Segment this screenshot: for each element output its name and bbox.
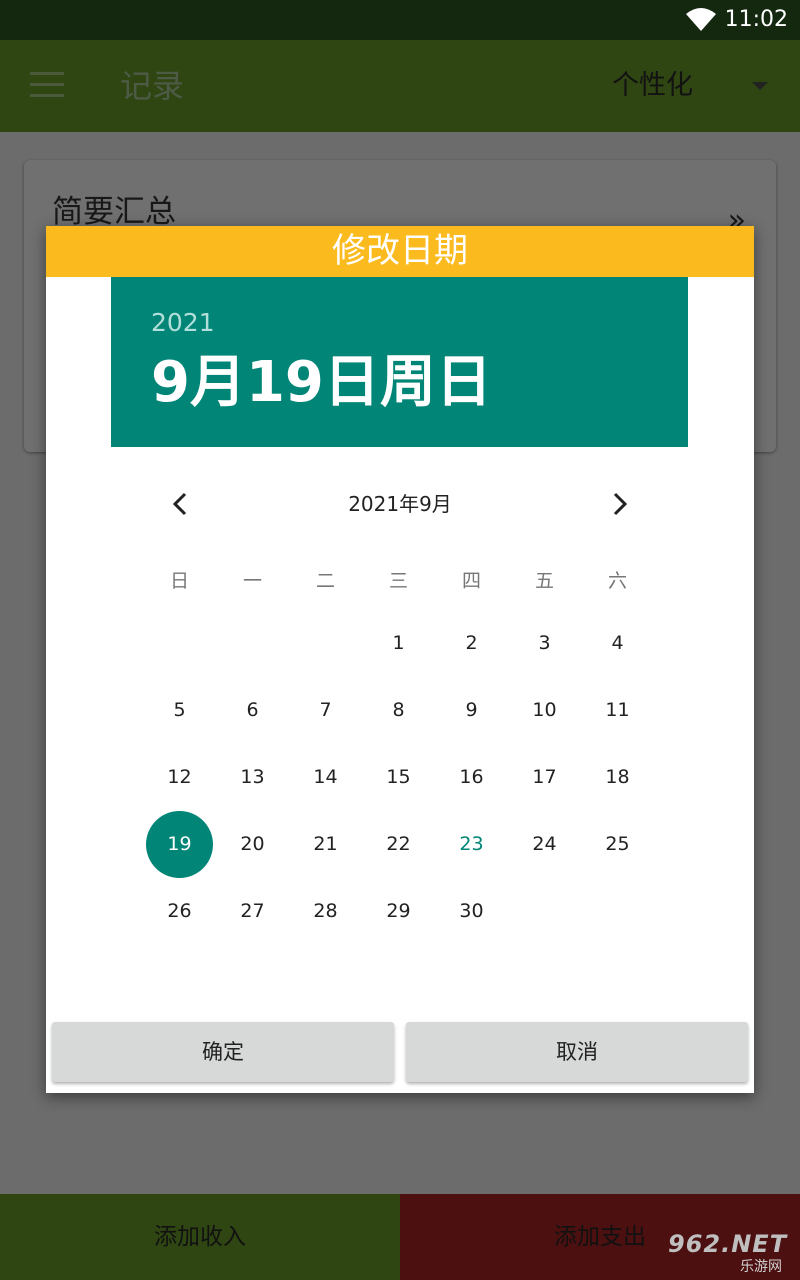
calendar-day-label: 16 [459, 766, 484, 788]
calendar-day[interactable]: 21 [289, 811, 362, 878]
dialog-title: 修改日期 [46, 226, 754, 277]
wifi-icon [686, 8, 716, 31]
calendar-day-label: 6 [246, 699, 259, 721]
calendar-day[interactable]: 12 [143, 744, 216, 811]
cancel-button[interactable]: 取消 [406, 1022, 748, 1082]
calendar-day-label: 28 [313, 900, 338, 922]
calendar-day-label: 19 [167, 833, 192, 855]
calendar-day-label: 1 [392, 632, 405, 654]
chevron-right-icon[interactable] [606, 490, 632, 518]
calendar-day-label: 7 [319, 699, 332, 721]
calendar-day[interactable]: 4 [581, 610, 654, 677]
calendar-day[interactable]: 9 [435, 677, 508, 744]
calendar-day[interactable]: 20 [216, 811, 289, 878]
calendar-day[interactable]: 24 [508, 811, 581, 878]
calendar-day[interactable]: 1 [362, 610, 435, 677]
date-picker-dialog: 修改日期 2021 9月19日周日 2021年9月 日一二三四五六 123456… [46, 226, 754, 1093]
watermark-logo: 962.NET [668, 1230, 788, 1258]
calendar-day-label: 9 [465, 699, 478, 721]
status-bar: 11:02 [0, 0, 800, 40]
calendar-day[interactable]: 30 [435, 878, 508, 945]
calendar-day-label: 5 [173, 699, 186, 721]
calendar-day-label: 11 [605, 699, 630, 721]
status-time: 11:02 [724, 7, 788, 32]
calendar-day-label: 10 [532, 699, 557, 721]
calendar-day-label: 12 [167, 766, 192, 788]
watermark-sub: 乐游网 [740, 1259, 782, 1275]
calendar-day-label: 26 [167, 900, 192, 922]
calendar-day[interactable]: 23 [435, 811, 508, 878]
calendar-day[interactable]: 14 [289, 744, 362, 811]
calendar-day-label: 21 [313, 833, 338, 855]
calendar-day[interactable]: 22 [362, 811, 435, 878]
calendar-day[interactable]: 27 [216, 878, 289, 945]
weekday-header: 日一二三四五六 [143, 564, 654, 598]
calendar-day[interactable]: 13 [216, 744, 289, 811]
add-income-button[interactable]: 添加收入 [0, 1194, 400, 1280]
calendar-day[interactable]: 7 [289, 677, 362, 744]
confirm-button[interactable]: 确定 [52, 1022, 394, 1082]
calendar-day[interactable]: 15 [362, 744, 435, 811]
calendar-day-label: 25 [605, 833, 630, 855]
calendar-day-label: 15 [386, 766, 411, 788]
calendar-day-label: 20 [240, 833, 265, 855]
calendar-day[interactable]: 25 [581, 811, 654, 878]
weekday-label: 四 [461, 570, 481, 592]
page-title: 记录 [120, 67, 185, 105]
profile-select[interactable]: 个性化 [612, 64, 693, 108]
month-navigation: 2021年9月 [46, 482, 754, 526]
app-bar: 记录 个性化 [0, 40, 800, 132]
calendar-day[interactable]: 17 [508, 744, 581, 811]
calendar-day-label: 30 [459, 900, 484, 922]
weekday-label: 五 [534, 570, 554, 592]
picker-header: 2021 9月19日周日 [111, 277, 688, 447]
header-year[interactable]: 2021 [151, 307, 215, 339]
calendar-day-label: 3 [538, 632, 551, 654]
dialog-buttons: 确定 取消 [46, 1022, 754, 1086]
calendar-day-label: 23 [459, 833, 484, 855]
calendar-day[interactable]: 19 [143, 811, 216, 878]
calendar-day-label: 27 [240, 900, 265, 922]
calendar-day-label: 29 [386, 900, 411, 922]
calendar-day-label: 17 [532, 766, 557, 788]
calendar-day[interactable]: 29 [362, 878, 435, 945]
calendar-day[interactable]: 18 [581, 744, 654, 811]
header-date: 9月19日周日 [151, 350, 492, 415]
calendar-day-label: 8 [392, 699, 405, 721]
calendar-grid: 1 2 3 4 5 6 7 8 9 10 11 12 13 14 15 16 17 18 19 20 21 22 23 24 2… [143, 610, 654, 950]
calendar-day[interactable]: 3 [508, 610, 581, 677]
calendar-day[interactable]: 26 [143, 878, 216, 945]
calendar-day[interactable]: 11 [581, 677, 654, 744]
calendar-day-label: 14 [313, 766, 338, 788]
dropdown-arrow-icon[interactable] [752, 82, 768, 90]
calendar-day[interactable]: 5 [143, 677, 216, 744]
calendar-day[interactable]: 2 [435, 610, 508, 677]
weekday-label: 二 [315, 570, 335, 592]
calendar-day-label: 22 [386, 833, 411, 855]
calendar-day-label: 2 [465, 632, 478, 654]
calendar-day[interactable]: 10 [508, 677, 581, 744]
weekday-label: 日 [169, 570, 189, 592]
calendar-day-label: 13 [240, 766, 265, 788]
calendar-day[interactable]: 28 [289, 878, 362, 945]
calendar-day[interactable]: 8 [362, 677, 435, 744]
weekday-label: 三 [388, 570, 408, 592]
calendar-day-label: 18 [605, 766, 630, 788]
calendar-day[interactable]: 16 [435, 744, 508, 811]
month-label: 2021年9月 [348, 492, 452, 516]
weekday-label: 一 [242, 570, 262, 592]
calendar-day-label: 24 [532, 833, 557, 855]
calendar-day[interactable]: 6 [216, 677, 289, 744]
weekday-label: 六 [607, 570, 627, 592]
menu-icon[interactable] [30, 72, 64, 100]
calendar-day-label: 4 [611, 632, 624, 654]
